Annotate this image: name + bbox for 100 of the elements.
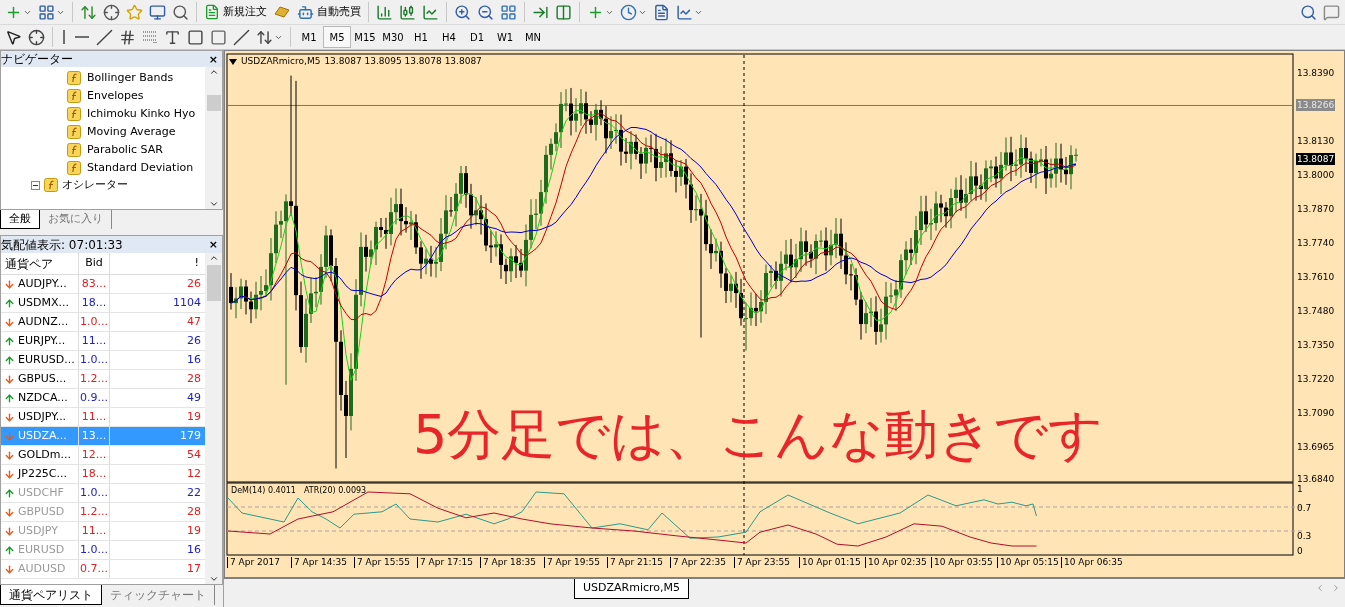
spread-value: 16: [186, 541, 202, 558]
indicator-label: DeM(14) 0.4011: [231, 485, 296, 497]
symbol-row[interactable]: AUDNZ... 1.0... 47: [1, 313, 205, 332]
chart-caption: 5分足では、こんな動きです: [413, 403, 1104, 467]
bid-price: 11...: [79, 408, 110, 426]
chat-icon: [1323, 3, 1340, 21]
indicator-tree-item[interactable]: Ichimoku Kinko Hyo: [1, 105, 205, 123]
time-axis-label: 7 Apr 21:15: [607, 557, 663, 568]
close-button[interactable]: ×: [208, 53, 218, 65]
scrollbar-thumb[interactable]: [206, 95, 221, 111]
panel-tab[interactable]: 全般: [0, 210, 40, 229]
symbol-row[interactable]: USDCHF 1.0... 22: [1, 484, 205, 503]
time-axis-label: 10 Apr 06:35: [1061, 557, 1123, 568]
scrollbar[interactable]: [205, 67, 222, 209]
bid-price: 18...: [79, 465, 110, 483]
spread-value: 179: [179, 427, 202, 444]
symbol-row[interactable]: NZDCA... 0.9... 49: [1, 389, 205, 408]
text-icon: [164, 28, 181, 46]
symbol-row[interactable]: JP225C... 18... 12: [1, 465, 205, 484]
crosshair-icon: [28, 28, 45, 46]
scroll-up-icon[interactable]: [208, 253, 219, 263]
price-axis-label: 13.7220: [1296, 373, 1336, 385]
timeframe-button[interactable]: MN: [519, 26, 547, 48]
symbol-row[interactable]: USDMX... 18... 1104: [1, 294, 205, 313]
panel-tab[interactable]: 通貨ペアリスト: [0, 585, 102, 605]
symbol-row[interactable]: EURUSD... 1.0... 16: [1, 351, 205, 370]
indicator-tree-item[interactable]: Standard Deviation: [1, 159, 205, 177]
bid-price: 83...: [79, 275, 110, 293]
function-icon: [67, 89, 81, 103]
function-icon: [67, 107, 81, 121]
indicator-tree-item[interactable]: Envelopes: [1, 87, 205, 105]
price-axis-label: 13.7090: [1296, 407, 1336, 419]
symbol-row[interactable]: GOLDm... 12... 54: [1, 446, 205, 465]
symbol-row[interactable]: EURJPY... 11... 26: [1, 332, 205, 351]
price-axis-label: 13.7870: [1296, 203, 1336, 215]
ingot-icon: [274, 6, 290, 18]
symbol-row[interactable]: AUDUSD 0.7... 17: [1, 560, 205, 579]
trend-line-icon: [96, 28, 113, 46]
function-icon: [67, 71, 81, 85]
scrollbar-thumb[interactable]: [206, 265, 221, 301]
spread-value: 19: [186, 408, 202, 425]
symbol-row[interactable]: GBPUSD 1.2... 28: [1, 503, 205, 522]
timeframe-button[interactable]: W1: [491, 26, 519, 48]
horizontal-line-icon: [75, 36, 89, 38]
indicator-tree-item[interactable]: Moving Average: [1, 123, 205, 141]
candlestick-icon: [399, 3, 416, 21]
function-icon: [67, 143, 81, 157]
indicator-label: ATR(20) 0.0093: [303, 485, 367, 497]
chart-symbol: USDZARmicro,M5: [241, 55, 321, 68]
spread-value: 12: [186, 465, 202, 482]
document-icon: [204, 4, 220, 20]
new-order-button[interactable]: 新規注文: [201, 1, 270, 23]
column-header[interactable]: 通貨ペア: [1, 253, 79, 274]
symbol-name: USDCHF: [18, 484, 64, 501]
panel-tab[interactable]: お気に入り: [40, 210, 112, 229]
symbol-name: JP225C...: [18, 465, 68, 482]
indicator-tree-item[interactable]: Bollinger Bands: [1, 69, 205, 87]
symbol-row[interactable]: GBPUS... 1.2... 28: [1, 370, 205, 389]
scroll-down-icon[interactable]: [208, 199, 219, 209]
timeframe-button[interactable]: D1: [463, 26, 491, 48]
vertical-line-icon: [63, 30, 65, 44]
price-axis-label: 13.8000: [1296, 169, 1336, 181]
spread-value: 54: [186, 446, 202, 463]
symbol-name: USDZA...: [18, 427, 67, 444]
symbol-name: AUDJPY...: [18, 275, 67, 292]
bid-price: 1.0...: [79, 541, 110, 559]
timeframe-button[interactable]: M1: [295, 26, 323, 48]
symbol-name: AUDNZ...: [18, 313, 69, 330]
search-icon: [1300, 3, 1317, 21]
symbol-name: GOLDm...: [18, 446, 71, 463]
collapse-icon[interactable]: [31, 180, 40, 190]
timeframe-button[interactable]: H1: [407, 26, 435, 48]
timeframe-button[interactable]: M30: [379, 26, 407, 48]
arrows-icon: [256, 28, 273, 46]
scrollbar[interactable]: [205, 253, 222, 584]
dropdown-triangle-icon[interactable]: [229, 58, 237, 65]
symbol-name: EURJPY...: [18, 332, 66, 349]
symbol-row[interactable]: AUDJPY... 83... 26: [1, 275, 205, 294]
symbol-row[interactable]: USDJPY 11... 19: [1, 522, 205, 541]
close-button[interactable]: ×: [208, 239, 218, 250]
panel-tab[interactable]: ティックチャート: [102, 585, 215, 605]
symbol-row[interactable]: EURUSD 1.0... 16: [1, 541, 205, 560]
chart-tab[interactable]: USDZARmicro,M5: [574, 579, 690, 599]
symbol-name: USDMX...: [18, 294, 70, 311]
timeframe-button[interactable]: M5: [323, 26, 351, 48]
auto-trading-button[interactable]: 自動売買: [294, 1, 364, 23]
column-header[interactable]: Bid: [79, 253, 110, 274]
indicator-tree-item[interactable]: Parabolic SAR: [1, 141, 205, 159]
spread-value: 19: [186, 522, 202, 539]
timeframe-button[interactable]: H4: [435, 26, 463, 48]
column-header[interactable]: !: [110, 253, 205, 274]
time-axis-label: 7 Apr 2017: [227, 557, 280, 568]
spread-value: 47: [186, 313, 202, 330]
function-icon: [44, 178, 58, 192]
time-axis-label: 10 Apr 03:55: [931, 557, 993, 568]
scroll-up-icon[interactable]: [208, 67, 219, 77]
scroll-down-icon[interactable]: [208, 574, 219, 584]
timeframe-button[interactable]: M15: [351, 26, 379, 48]
tree-group-item[interactable]: オシレーター: [1, 177, 205, 193]
price-axis-label: 13.7740: [1296, 237, 1336, 249]
